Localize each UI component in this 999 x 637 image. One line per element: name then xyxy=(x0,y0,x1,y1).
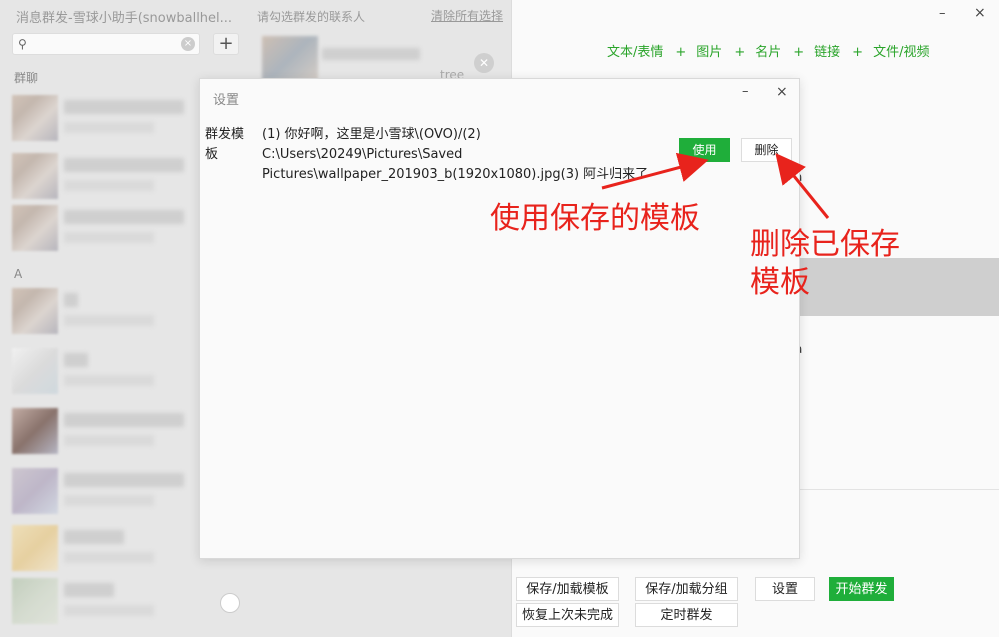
tool-image[interactable]: 图片 xyxy=(696,45,722,60)
blurred-name xyxy=(64,530,124,544)
blurred-name xyxy=(64,210,184,224)
blurred-name xyxy=(64,413,184,427)
select-radio[interactable] xyxy=(220,593,240,613)
search-box[interactable]: ⚲ × xyxy=(12,33,200,55)
blurred-subtext xyxy=(64,375,154,386)
contact-item[interactable] xyxy=(12,525,202,573)
avatar xyxy=(12,153,58,199)
contact-item[interactable] xyxy=(12,578,202,626)
blurred-name xyxy=(64,353,88,367)
blurred-subtext xyxy=(64,495,154,506)
selected-row-highlight xyxy=(798,258,999,316)
contact-item[interactable] xyxy=(12,408,202,456)
dialog-title: 设置 xyxy=(213,93,240,108)
app-title: 消息群发-雪球小助手(snowballhel... xyxy=(16,11,233,26)
template-label: 群发模板 xyxy=(205,127,245,162)
blurred-name xyxy=(64,158,184,172)
save-load-group-button[interactable]: 保存/加载分组 xyxy=(635,577,738,601)
selected-contact-name xyxy=(322,48,420,60)
blurred-subtext xyxy=(64,552,154,563)
tool-separator: + xyxy=(852,45,864,60)
blurred-subtext xyxy=(64,232,154,243)
alpha-index-header: A xyxy=(14,267,23,281)
contact-item[interactable] xyxy=(12,288,202,336)
blurred-subtext xyxy=(64,605,154,616)
search-input[interactable] xyxy=(35,36,179,54)
clear-selection-link[interactable]: 清除所有选择 xyxy=(431,7,503,24)
annotation-delete-saved-line1: 删除已保存 xyxy=(750,227,900,262)
settings-button[interactable]: 设置 xyxy=(755,577,815,601)
pick-contacts-tip: 请勾选群发的联系人 xyxy=(257,10,366,24)
contact-item[interactable] xyxy=(12,153,202,201)
search-icon: ⚲ xyxy=(18,37,27,51)
minimize-window-button[interactable]: – xyxy=(939,6,946,21)
clear-search-icon[interactable]: × xyxy=(181,37,195,51)
blurred-name xyxy=(64,583,114,597)
tool-separator: + xyxy=(793,45,805,60)
blurred-subtext xyxy=(64,315,154,326)
tool-text-emoji[interactable]: 文本/表情 xyxy=(607,45,663,60)
avatar xyxy=(12,525,58,571)
blurred-subtext xyxy=(64,122,154,133)
contact-item[interactable] xyxy=(12,95,202,143)
save-load-template-button[interactable]: 保存/加载模板 xyxy=(516,577,619,601)
avatar xyxy=(12,578,58,624)
avatar xyxy=(12,348,58,394)
close-window-button[interactable]: × xyxy=(974,5,986,21)
content-toolbar: 文本/表情 + 图片 + 名片 + 链接 + 文件/视频 xyxy=(607,41,935,60)
selected-contact-avatar xyxy=(262,36,318,80)
use-template-button[interactable]: 使用 xyxy=(679,138,730,162)
settings-dialog: 设置 – × 群发模板 (1) 你好啊，这里是小雪球\(OVO)/(2) C:\… xyxy=(199,78,800,559)
blurred-name xyxy=(64,100,184,114)
scheduled-broadcast-button[interactable]: 定时群发 xyxy=(635,603,738,627)
blurred-subtext xyxy=(64,180,154,191)
blurred-name xyxy=(64,473,184,487)
blurred-subtext xyxy=(64,435,154,446)
delete-template-button[interactable]: 删除 xyxy=(741,138,792,162)
dialog-minimize-button[interactable]: – xyxy=(742,84,749,99)
avatar xyxy=(12,205,58,251)
start-broadcast-button[interactable]: 开始群发 xyxy=(829,577,894,601)
group-chat-header: 群聊 xyxy=(14,71,39,85)
contact-item[interactable] xyxy=(12,468,202,516)
avatar xyxy=(12,95,58,141)
saved-template-text: (1) 你好啊，这里是小雪球\(OVO)/(2) C:\Users\20249\… xyxy=(262,127,649,182)
avatar xyxy=(12,408,58,454)
contact-item[interactable] xyxy=(12,205,202,253)
add-button[interactable]: + xyxy=(213,33,239,55)
tool-file-video[interactable]: 文件/视频 xyxy=(873,45,929,60)
annotation-delete-saved-line2: 模板 xyxy=(750,265,810,300)
avatar xyxy=(12,288,58,334)
resume-last-button[interactable]: 恢复上次未完成 xyxy=(516,603,619,627)
avatar xyxy=(12,468,58,514)
tool-separator: + xyxy=(675,45,687,60)
dialog-close-button[interactable]: × xyxy=(776,84,788,100)
tool-card[interactable]: 名片 xyxy=(755,45,781,60)
remove-selected-icon[interactable]: ✕ xyxy=(474,53,494,73)
blurred-name xyxy=(64,293,78,307)
tool-link[interactable]: 链接 xyxy=(814,45,840,60)
annotation-use-saved: 使用保存的模板 xyxy=(490,201,700,236)
tool-separator: + xyxy=(734,45,746,60)
contact-item[interactable] xyxy=(12,348,202,396)
